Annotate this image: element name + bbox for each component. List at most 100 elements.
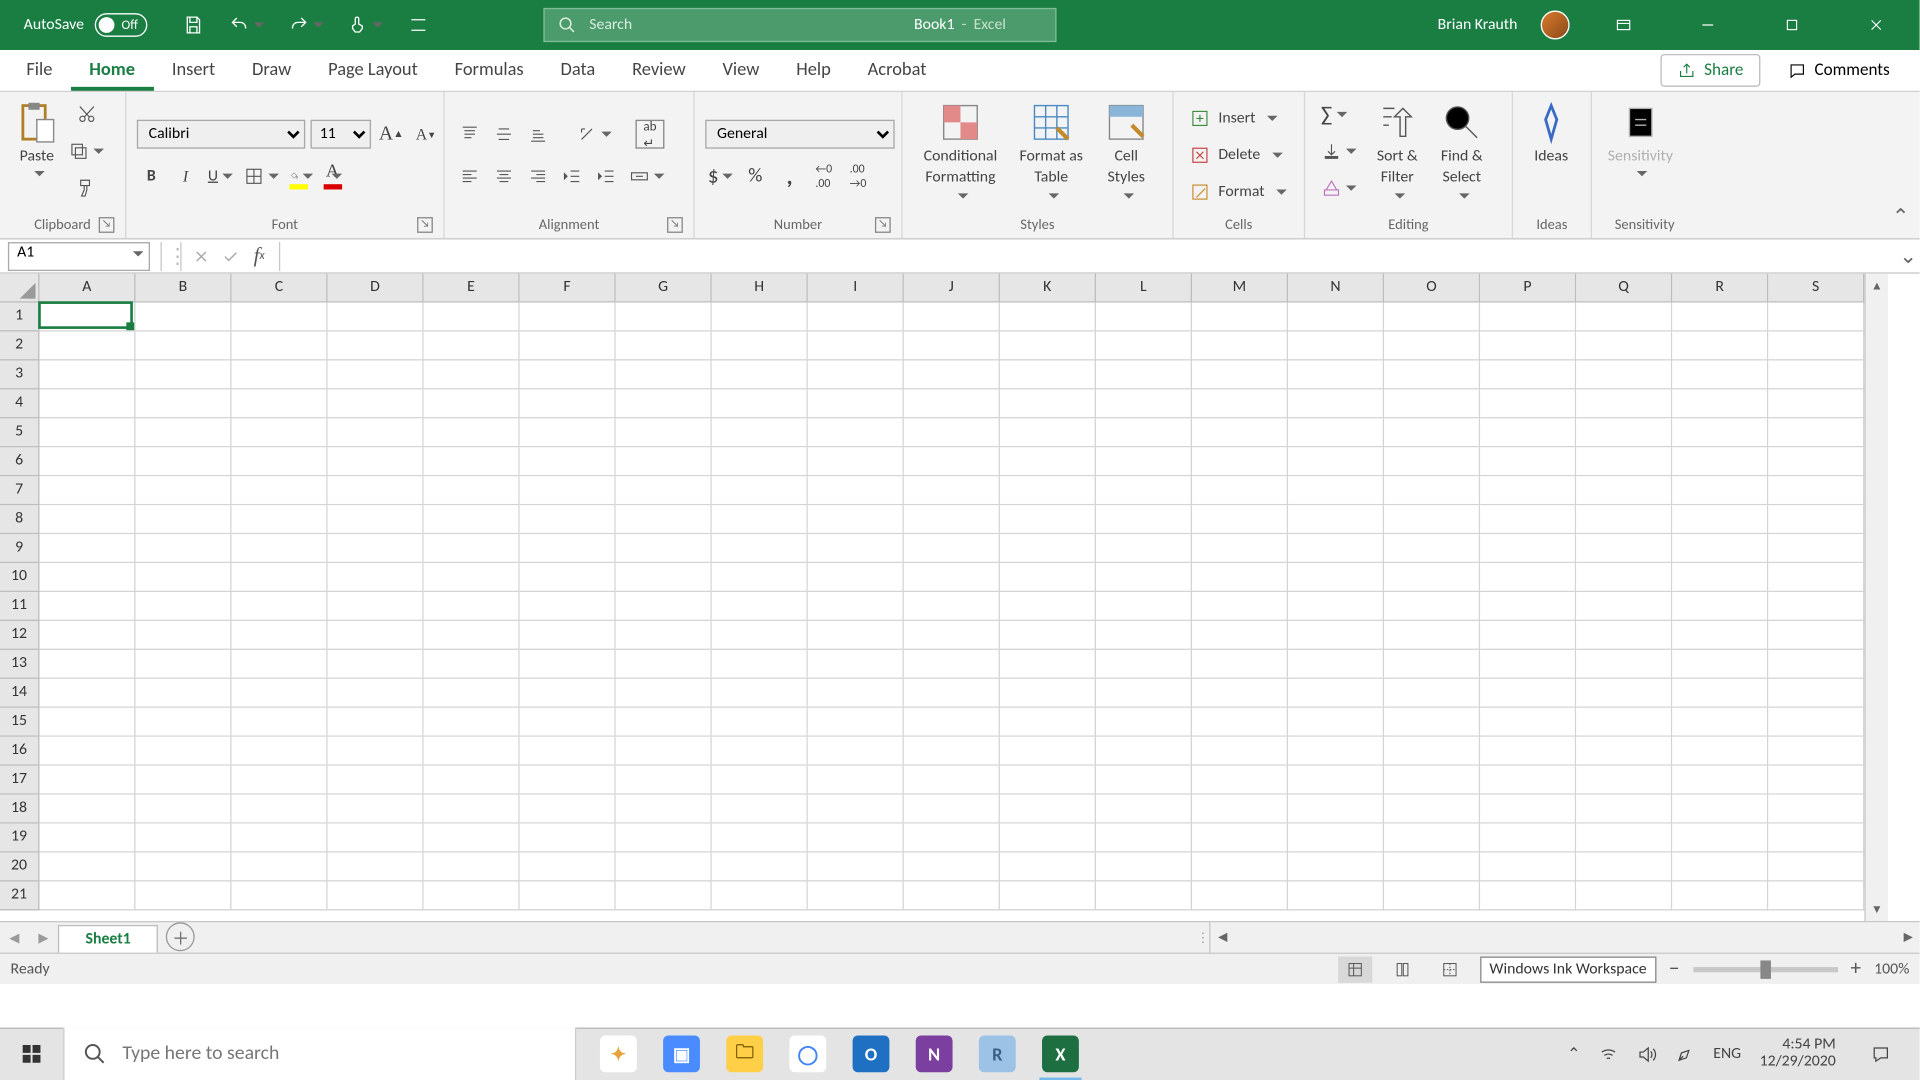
- sheet-nav-prev-icon[interactable]: ◀: [0, 922, 29, 952]
- cancel-formula-icon[interactable]: [187, 241, 216, 270]
- format-cells-button[interactable]: Format: [1187, 178, 1300, 207]
- cell[interactable]: [616, 766, 712, 795]
- cell[interactable]: [328, 592, 424, 621]
- cell[interactable]: [616, 476, 712, 505]
- cell[interactable]: [520, 708, 616, 737]
- cell[interactable]: [328, 389, 424, 418]
- cell[interactable]: [520, 563, 616, 592]
- cell[interactable]: [39, 737, 135, 766]
- taskbar-app-outlook[interactable]: O: [839, 1028, 902, 1080]
- cell[interactable]: [1480, 824, 1576, 853]
- cell[interactable]: [1192, 563, 1288, 592]
- cell[interactable]: [39, 332, 135, 361]
- cell[interactable]: [520, 505, 616, 534]
- maximize-icon[interactable]: [1762, 0, 1823, 50]
- cell[interactable]: [136, 418, 232, 447]
- cell[interactable]: [1768, 679, 1864, 708]
- language-indicator[interactable]: ENG: [1713, 1045, 1741, 1063]
- volume-icon[interactable]: [1637, 1044, 1657, 1064]
- cell[interactable]: [1288, 882, 1384, 911]
- column-header[interactable]: S: [1768, 274, 1864, 303]
- cell[interactable]: [1288, 361, 1384, 390]
- cell[interactable]: [232, 621, 328, 650]
- cell[interactable]: [1672, 476, 1768, 505]
- cell[interactable]: [808, 332, 904, 361]
- cell[interactable]: [1576, 505, 1672, 534]
- tray-overflow-icon[interactable]: ⌃: [1567, 1044, 1580, 1064]
- fill-icon[interactable]: [1318, 137, 1359, 166]
- cell[interactable]: [1576, 766, 1672, 795]
- cell[interactable]: [616, 447, 712, 476]
- cell[interactable]: [1576, 853, 1672, 882]
- cell[interactable]: [520, 303, 616, 332]
- cell[interactable]: [712, 332, 808, 361]
- cell[interactable]: [808, 795, 904, 824]
- cell[interactable]: [1192, 737, 1288, 766]
- find-select-button[interactable]: Find &Select: [1430, 97, 1493, 203]
- cell[interactable]: [1288, 592, 1384, 621]
- row-header[interactable]: 13: [0, 650, 39, 679]
- column-header[interactable]: L: [1096, 274, 1192, 303]
- cell[interactable]: [1192, 505, 1288, 534]
- cell[interactable]: [1288, 737, 1384, 766]
- page-layout-view-icon[interactable]: [1385, 956, 1419, 982]
- cell[interactable]: [232, 708, 328, 737]
- cell[interactable]: [39, 650, 135, 679]
- align-center-icon[interactable]: [489, 162, 518, 191]
- cell[interactable]: [136, 592, 232, 621]
- row-header[interactable]: 4: [0, 389, 39, 418]
- row-header[interactable]: 8: [0, 505, 39, 534]
- underline-button[interactable]: U: [205, 162, 235, 191]
- insert-cells-button[interactable]: Insert: [1187, 104, 1300, 133]
- cell[interactable]: [904, 824, 1000, 853]
- cell[interactable]: [1768, 389, 1864, 418]
- sheet-tab-resize-icon[interactable]: ⋮: [1196, 922, 1209, 952]
- conditional-formatting-button[interactable]: ConditionalFormatting: [910, 97, 1010, 203]
- font-name-select[interactable]: Calibri: [137, 120, 305, 149]
- cell[interactable]: [1192, 795, 1288, 824]
- cell[interactable]: [1096, 303, 1192, 332]
- worksheet-grid[interactable]: ABCDEFGHIJKLMNOPQRS 12345678910111213141…: [0, 274, 1920, 921]
- cell[interactable]: [424, 534, 520, 563]
- column-header[interactable]: G: [616, 274, 712, 303]
- decrease-decimal-icon[interactable]: .00→0: [844, 162, 873, 191]
- cell[interactable]: [136, 505, 232, 534]
- cell[interactable]: [1384, 882, 1480, 911]
- font-dialog-icon[interactable]: ↘: [417, 217, 433, 233]
- cell[interactable]: [328, 447, 424, 476]
- cell[interactable]: [520, 882, 616, 911]
- cell[interactable]: [808, 824, 904, 853]
- cell[interactable]: [232, 737, 328, 766]
- cell[interactable]: [1096, 389, 1192, 418]
- cell[interactable]: [1768, 534, 1864, 563]
- bold-button[interactable]: B: [137, 162, 166, 191]
- cell[interactable]: [1288, 563, 1384, 592]
- column-header[interactable]: R: [1672, 274, 1768, 303]
- cell[interactable]: [1768, 361, 1864, 390]
- cell[interactable]: [1192, 476, 1288, 505]
- account-name[interactable]: Brian Krauth: [1438, 16, 1518, 34]
- cell[interactable]: [1288, 650, 1384, 679]
- percent-format-icon[interactable]: %: [741, 162, 770, 191]
- fill-color-icon[interactable]: [286, 162, 315, 191]
- normal-view-icon[interactable]: [1338, 956, 1372, 982]
- cell[interactable]: [520, 534, 616, 563]
- cell[interactable]: [232, 389, 328, 418]
- cell[interactable]: [1576, 621, 1672, 650]
- cell[interactable]: [1384, 766, 1480, 795]
- cell[interactable]: [1000, 737, 1096, 766]
- cell[interactable]: [808, 389, 904, 418]
- cell[interactable]: [1000, 303, 1096, 332]
- cell[interactable]: [1384, 505, 1480, 534]
- row-header[interactable]: 17: [0, 766, 39, 795]
- wifi-icon[interactable]: [1599, 1044, 1619, 1064]
- cell[interactable]: [1192, 418, 1288, 447]
- touch-mode-icon[interactable]: [344, 11, 385, 40]
- cell[interactable]: [1480, 853, 1576, 882]
- cell[interactable]: [1384, 737, 1480, 766]
- cell[interactable]: [424, 766, 520, 795]
- cell[interactable]: [904, 708, 1000, 737]
- cell[interactable]: [1096, 737, 1192, 766]
- cell[interactable]: [1576, 650, 1672, 679]
- cell[interactable]: [1576, 332, 1672, 361]
